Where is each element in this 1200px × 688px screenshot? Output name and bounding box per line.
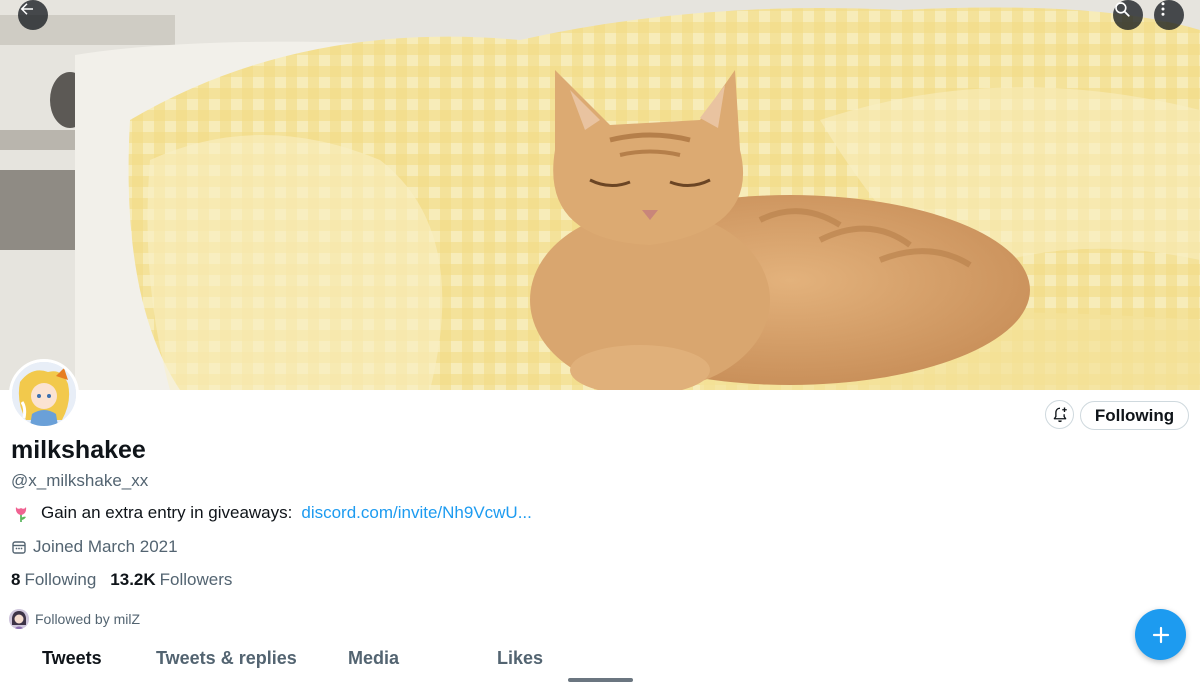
profile-tabs: Tweets Tweets & replies Media Likes [0,640,1200,688]
following-stat[interactable]: 8 Following [11,570,96,590]
followers-count: 13.2K [110,570,156,589]
notifications-button[interactable] [1045,400,1074,429]
avatar-image [12,362,76,426]
follower-avatar [9,609,29,629]
followers-label: Followers [159,570,233,589]
tulip-icon [15,507,27,522]
followed-by-text: Followed by milZ [35,611,141,627]
tab-media[interactable]: Media [348,648,399,669]
back-button[interactable] [18,0,48,30]
follower-avatar-image [9,609,29,629]
search-icon [1115,2,1130,17]
join-date: Joined March 2021 [11,537,178,557]
plus-icon [1152,626,1169,643]
bio-text: Gain an extra entry in giveaways: [41,503,293,522]
profile-banner[interactable] [0,0,1200,390]
more-options-button[interactable] [1154,0,1184,30]
followed-by[interactable]: Followed by milZ [9,609,140,629]
tab-likes[interactable]: Likes [497,648,543,669]
more-vertical-icon [1161,2,1165,16]
bio-link[interactable]: discord.com/invite/Nh9VcwU... [301,503,532,523]
joined-text: Joined March 2021 [33,537,178,556]
follow-stats: 8 Following 13.2K Followers [11,570,232,590]
following-button[interactable]: Following [1080,401,1189,430]
compose-tweet-button[interactable] [1135,609,1186,660]
arrow-left-icon [20,3,33,15]
followers-stat[interactable]: 13.2K Followers [110,570,232,590]
profile-bio: Gain an extra entry in giveaways: discor… [11,503,532,523]
tab-tweets-replies[interactable]: Tweets & replies [156,648,297,669]
tab-tweets[interactable]: Tweets [42,648,102,669]
following-label: Following [24,570,97,589]
user-handle: @x_milkshake_xx [11,471,149,490]
following-count: 8 [11,570,21,589]
profile-avatar[interactable] [9,359,79,429]
display-name: milkshakee [11,436,146,464]
calendar-icon [12,541,26,554]
tab-indicator [568,678,633,682]
banner-image [0,0,1200,390]
bell-plus-icon [1053,407,1067,422]
search-button[interactable] [1113,0,1143,30]
